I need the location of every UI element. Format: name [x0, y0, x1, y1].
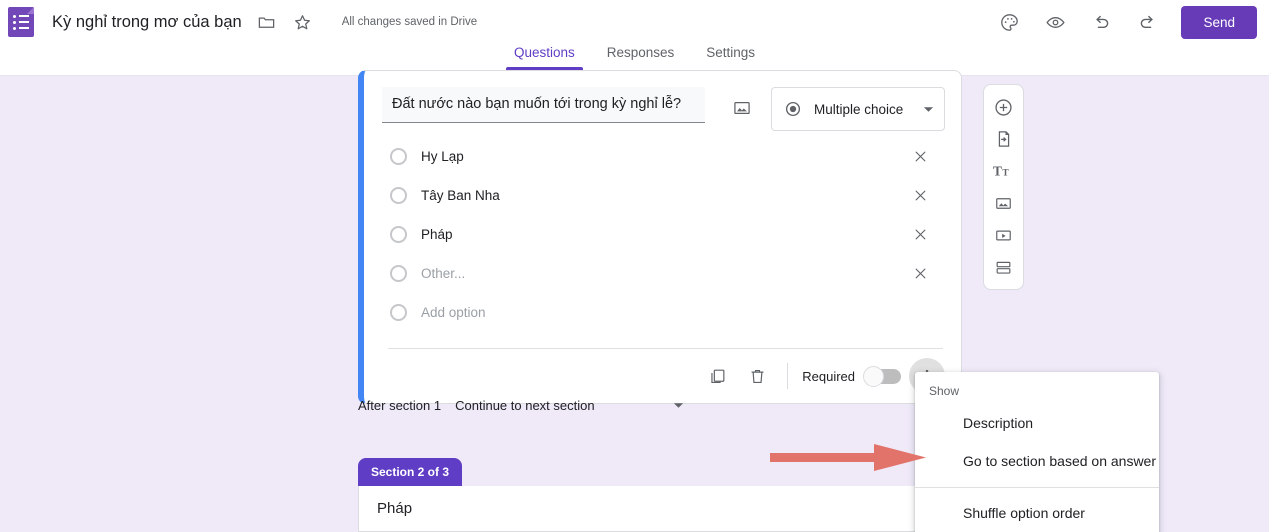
- add-image-icon[interactable]: [984, 187, 1024, 219]
- option-label-other[interactable]: Other...: [421, 266, 907, 281]
- after-section-value[interactable]: Continue to next section: [455, 398, 673, 413]
- after-section-row[interactable]: After section 1 Continue to next section: [358, 392, 962, 418]
- option-row-other[interactable]: Other...: [382, 254, 945, 293]
- section-title[interactable]: Pháp: [377, 500, 934, 517]
- google-forms-editor: Kỳ nghỉ trong mơ của bạn All changes sav…: [0, 0, 1269, 532]
- tab-responses[interactable]: Responses: [591, 44, 691, 70]
- option-label[interactable]: Tây Ban Nha: [421, 188, 907, 203]
- close-x-icon[interactable]: [907, 261, 933, 287]
- eye-preview-icon[interactable]: [1043, 10, 1067, 34]
- option-row[interactable]: Pháp: [382, 215, 945, 254]
- add-question-icon[interactable]: [984, 91, 1024, 123]
- close-x-icon[interactable]: [907, 144, 933, 170]
- svg-text:T: T: [1002, 169, 1009, 179]
- radio-selected-icon: [784, 100, 802, 118]
- add-title-description-icon[interactable]: T T: [984, 155, 1024, 187]
- required-label: Required: [802, 368, 855, 384]
- menu-item-go-to-section[interactable]: Go to section based on answer: [915, 442, 1159, 480]
- palette-icon[interactable]: [997, 10, 1021, 34]
- option-label[interactable]: Pháp: [421, 227, 907, 242]
- close-x-icon[interactable]: [907, 222, 933, 248]
- chevron-down-icon[interactable]: [673, 400, 684, 411]
- radio-icon: [390, 226, 407, 243]
- add-option-label[interactable]: Add option: [421, 305, 945, 320]
- svg-text:T: T: [993, 164, 1002, 179]
- divider: [787, 363, 789, 389]
- divider: [915, 487, 1159, 488]
- google-forms-logo[interactable]: [8, 7, 34, 37]
- trash-icon[interactable]: [737, 356, 777, 396]
- radio-icon: [390, 148, 407, 165]
- option-row[interactable]: Hy Lạp: [382, 137, 945, 176]
- folder-icon[interactable]: [256, 11, 278, 33]
- menu-item-description[interactable]: Description: [915, 404, 1159, 442]
- document-title[interactable]: Kỳ nghỉ trong mơ của bạn: [52, 13, 242, 32]
- redo-icon[interactable]: [1135, 10, 1159, 34]
- option-list: Hy Lạp Tây Ban Nha Pháp Other... Add opt…: [364, 131, 961, 332]
- menu-section-header: Show: [929, 384, 960, 398]
- app-header: Kỳ nghỉ trong mơ của bạn All changes sav…: [0, 0, 1269, 44]
- option-label[interactable]: Hy Lạp: [421, 149, 907, 164]
- question-card[interactable]: Đất nước nào bạn muốn tới trong kỳ nghỉ …: [358, 70, 962, 404]
- toggle-knob: [863, 365, 884, 387]
- add-image-icon[interactable]: [723, 89, 761, 127]
- option-row[interactable]: Tây Ban Nha: [382, 176, 945, 215]
- menu-item-shuffle-option-order[interactable]: Shuffle option order: [915, 494, 1159, 532]
- tab-questions[interactable]: Questions: [498, 44, 591, 70]
- add-option-row[interactable]: Add option: [382, 293, 945, 332]
- radio-icon: [390, 304, 407, 321]
- radio-icon: [390, 187, 407, 204]
- send-button[interactable]: Send: [1181, 5, 1257, 39]
- after-section-label: After section 1: [358, 397, 442, 413]
- radio-icon: [390, 265, 407, 282]
- undo-icon[interactable]: [1089, 10, 1113, 34]
- question-options-menu: Show Description Go to section based on …: [915, 372, 1159, 532]
- question-type-label: Multiple choice: [814, 101, 904, 117]
- save-status: All changes saved in Drive: [341, 16, 478, 28]
- question-title-input[interactable]: Đất nước nào bạn muốn tới trong kỳ nghỉ …: [382, 87, 705, 123]
- chevron-down-icon: [923, 104, 934, 115]
- header-actions: Send: [997, 5, 1269, 39]
- required-toggle[interactable]: [863, 365, 901, 387]
- star-icon[interactable]: [292, 11, 314, 33]
- add-section-icon[interactable]: [984, 251, 1024, 283]
- add-item-toolbar: T T: [983, 84, 1024, 290]
- tab-settings[interactable]: Settings: [690, 44, 771, 70]
- annotation-arrow: [770, 441, 928, 473]
- question-header: Đất nước nào bạn muốn tới trong kỳ nghỉ …: [364, 71, 961, 131]
- import-questions-icon[interactable]: [984, 123, 1024, 155]
- question-type-select[interactable]: Multiple choice: [771, 87, 945, 131]
- section-card[interactable]: Pháp: [358, 486, 962, 532]
- close-x-icon[interactable]: [907, 183, 933, 209]
- add-video-icon[interactable]: [984, 219, 1024, 251]
- question-title-wrap: Đất nước nào bạn muốn tới trong kỳ nghỉ …: [382, 87, 705, 123]
- duplicate-icon[interactable]: [697, 356, 737, 396]
- section-badge: Section 2 of 3: [358, 458, 463, 486]
